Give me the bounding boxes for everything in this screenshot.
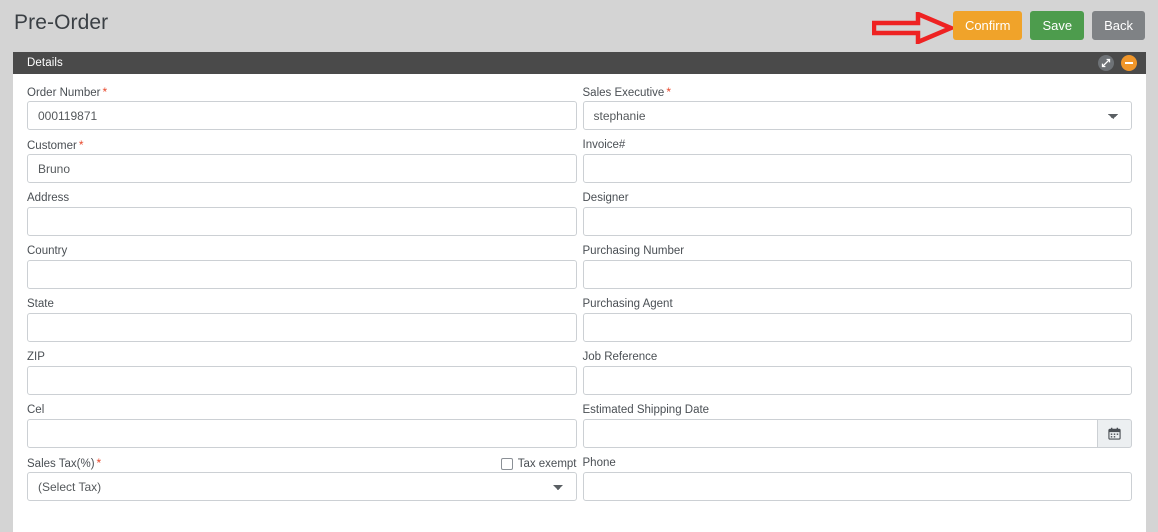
label-sales-executive: Sales Executive * [582,84,672,99]
save-button[interactable]: Save [1030,11,1085,40]
label-purchasing-number: Purchasing Number [582,245,685,257]
collapse-minus-icon[interactable] [1121,55,1137,71]
back-button[interactable]: Back [1092,11,1145,40]
minus-glyph [1125,62,1133,64]
header-actions: Confirm Save Back [952,11,1145,40]
label-state: State [27,298,54,310]
form-body: Order Number* Customer* Address Country [13,74,1146,508]
field-address: Address [27,190,577,236]
label-purchasing-agent: Purchasing Agent [582,298,673,310]
tax-exempt-label[interactable]: Tax exempt [518,458,577,470]
estimated-shipping-date-group [582,419,1132,448]
page-header: Pre-Order Confirm Save Back [0,0,1158,52]
label-job-reference: Job Reference [582,351,658,363]
panel-title: Details [27,57,63,69]
required-marker: * [96,455,102,470]
estimated-shipping-date-input[interactable] [582,419,1098,448]
phone-input[interactable] [582,472,1132,501]
label-sales-tax: Sales Tax(%) * [27,455,102,470]
invoice-number-input[interactable] [582,154,1132,183]
panel-header-icons [1098,55,1137,71]
field-phone: Phone [582,455,1132,501]
field-sales-tax: Sales Tax(%) * Tax exempt (Select Tax) [27,455,577,501]
label-designer: Designer [582,192,629,204]
designer-input[interactable] [582,207,1132,236]
calendar-icon[interactable] [1098,419,1132,448]
field-customer: Customer * [27,137,577,183]
field-purchasing-number: Purchasing Number [582,243,1132,289]
required-marker: * [78,137,84,152]
label-cel: Cel [27,404,45,416]
job-reference-input[interactable] [582,366,1132,395]
order-number-input[interactable] [27,101,577,130]
purchasing-number-input[interactable] [582,260,1132,289]
field-sales-executive: Sales Executive * stephanie [582,84,1132,130]
resize-icon[interactable] [1098,55,1114,71]
field-job-reference: Job Reference [582,349,1132,395]
required-marker: * [102,84,108,99]
field-zip: ZIP [27,349,577,395]
sales-executive-select[interactable]: stephanie [582,101,1132,130]
label-country: Country [27,245,68,257]
label-phone: Phone [582,457,616,469]
field-country: Country [27,243,577,289]
field-state: State [27,296,577,342]
customer-input[interactable] [27,154,577,183]
label-order-number: Order Number * [27,84,108,99]
field-purchasing-agent: Purchasing Agent [582,296,1132,342]
field-designer: Designer [582,190,1132,236]
country-input[interactable] [27,260,577,289]
confirm-button[interactable]: Confirm [952,11,1023,40]
field-estimated-shipping-date: Estimated Shipping Date [582,402,1132,448]
label-address: Address [27,192,70,204]
label-zip: ZIP [27,351,45,363]
label-customer: Customer * [27,137,84,152]
page-title: Pre-Order [14,11,109,34]
field-order-number: Order Number * [27,84,577,130]
state-input[interactable] [27,313,577,342]
cel-input[interactable] [27,419,577,448]
field-invoice-number: Invoice# [582,137,1132,183]
purchasing-agent-input[interactable] [582,313,1132,342]
label-estimated-shipping-date: Estimated Shipping Date [582,404,710,416]
tax-exempt-checkbox[interactable] [500,457,513,470]
address-input[interactable] [27,207,577,236]
details-panel: Details Order Number * 000119871 Custome… [13,52,1146,532]
panel-header: Details [13,52,1146,74]
tax-exempt-checkbox-wrap[interactable]: Tax exempt [500,457,577,470]
field-cel: Cel [27,402,577,448]
label-invoice-number: Invoice# [582,139,626,151]
form-column-right: Sales Executive * stephanie Invoice# Desi… [582,84,1132,508]
form-column-left: Order Number* Customer* Address Country [27,84,577,508]
red-arrow-annotation [872,12,954,44]
required-marker: * [666,84,671,99]
zip-input[interactable] [27,366,577,395]
sales-tax-select[interactable]: (Select Tax) [27,472,577,501]
